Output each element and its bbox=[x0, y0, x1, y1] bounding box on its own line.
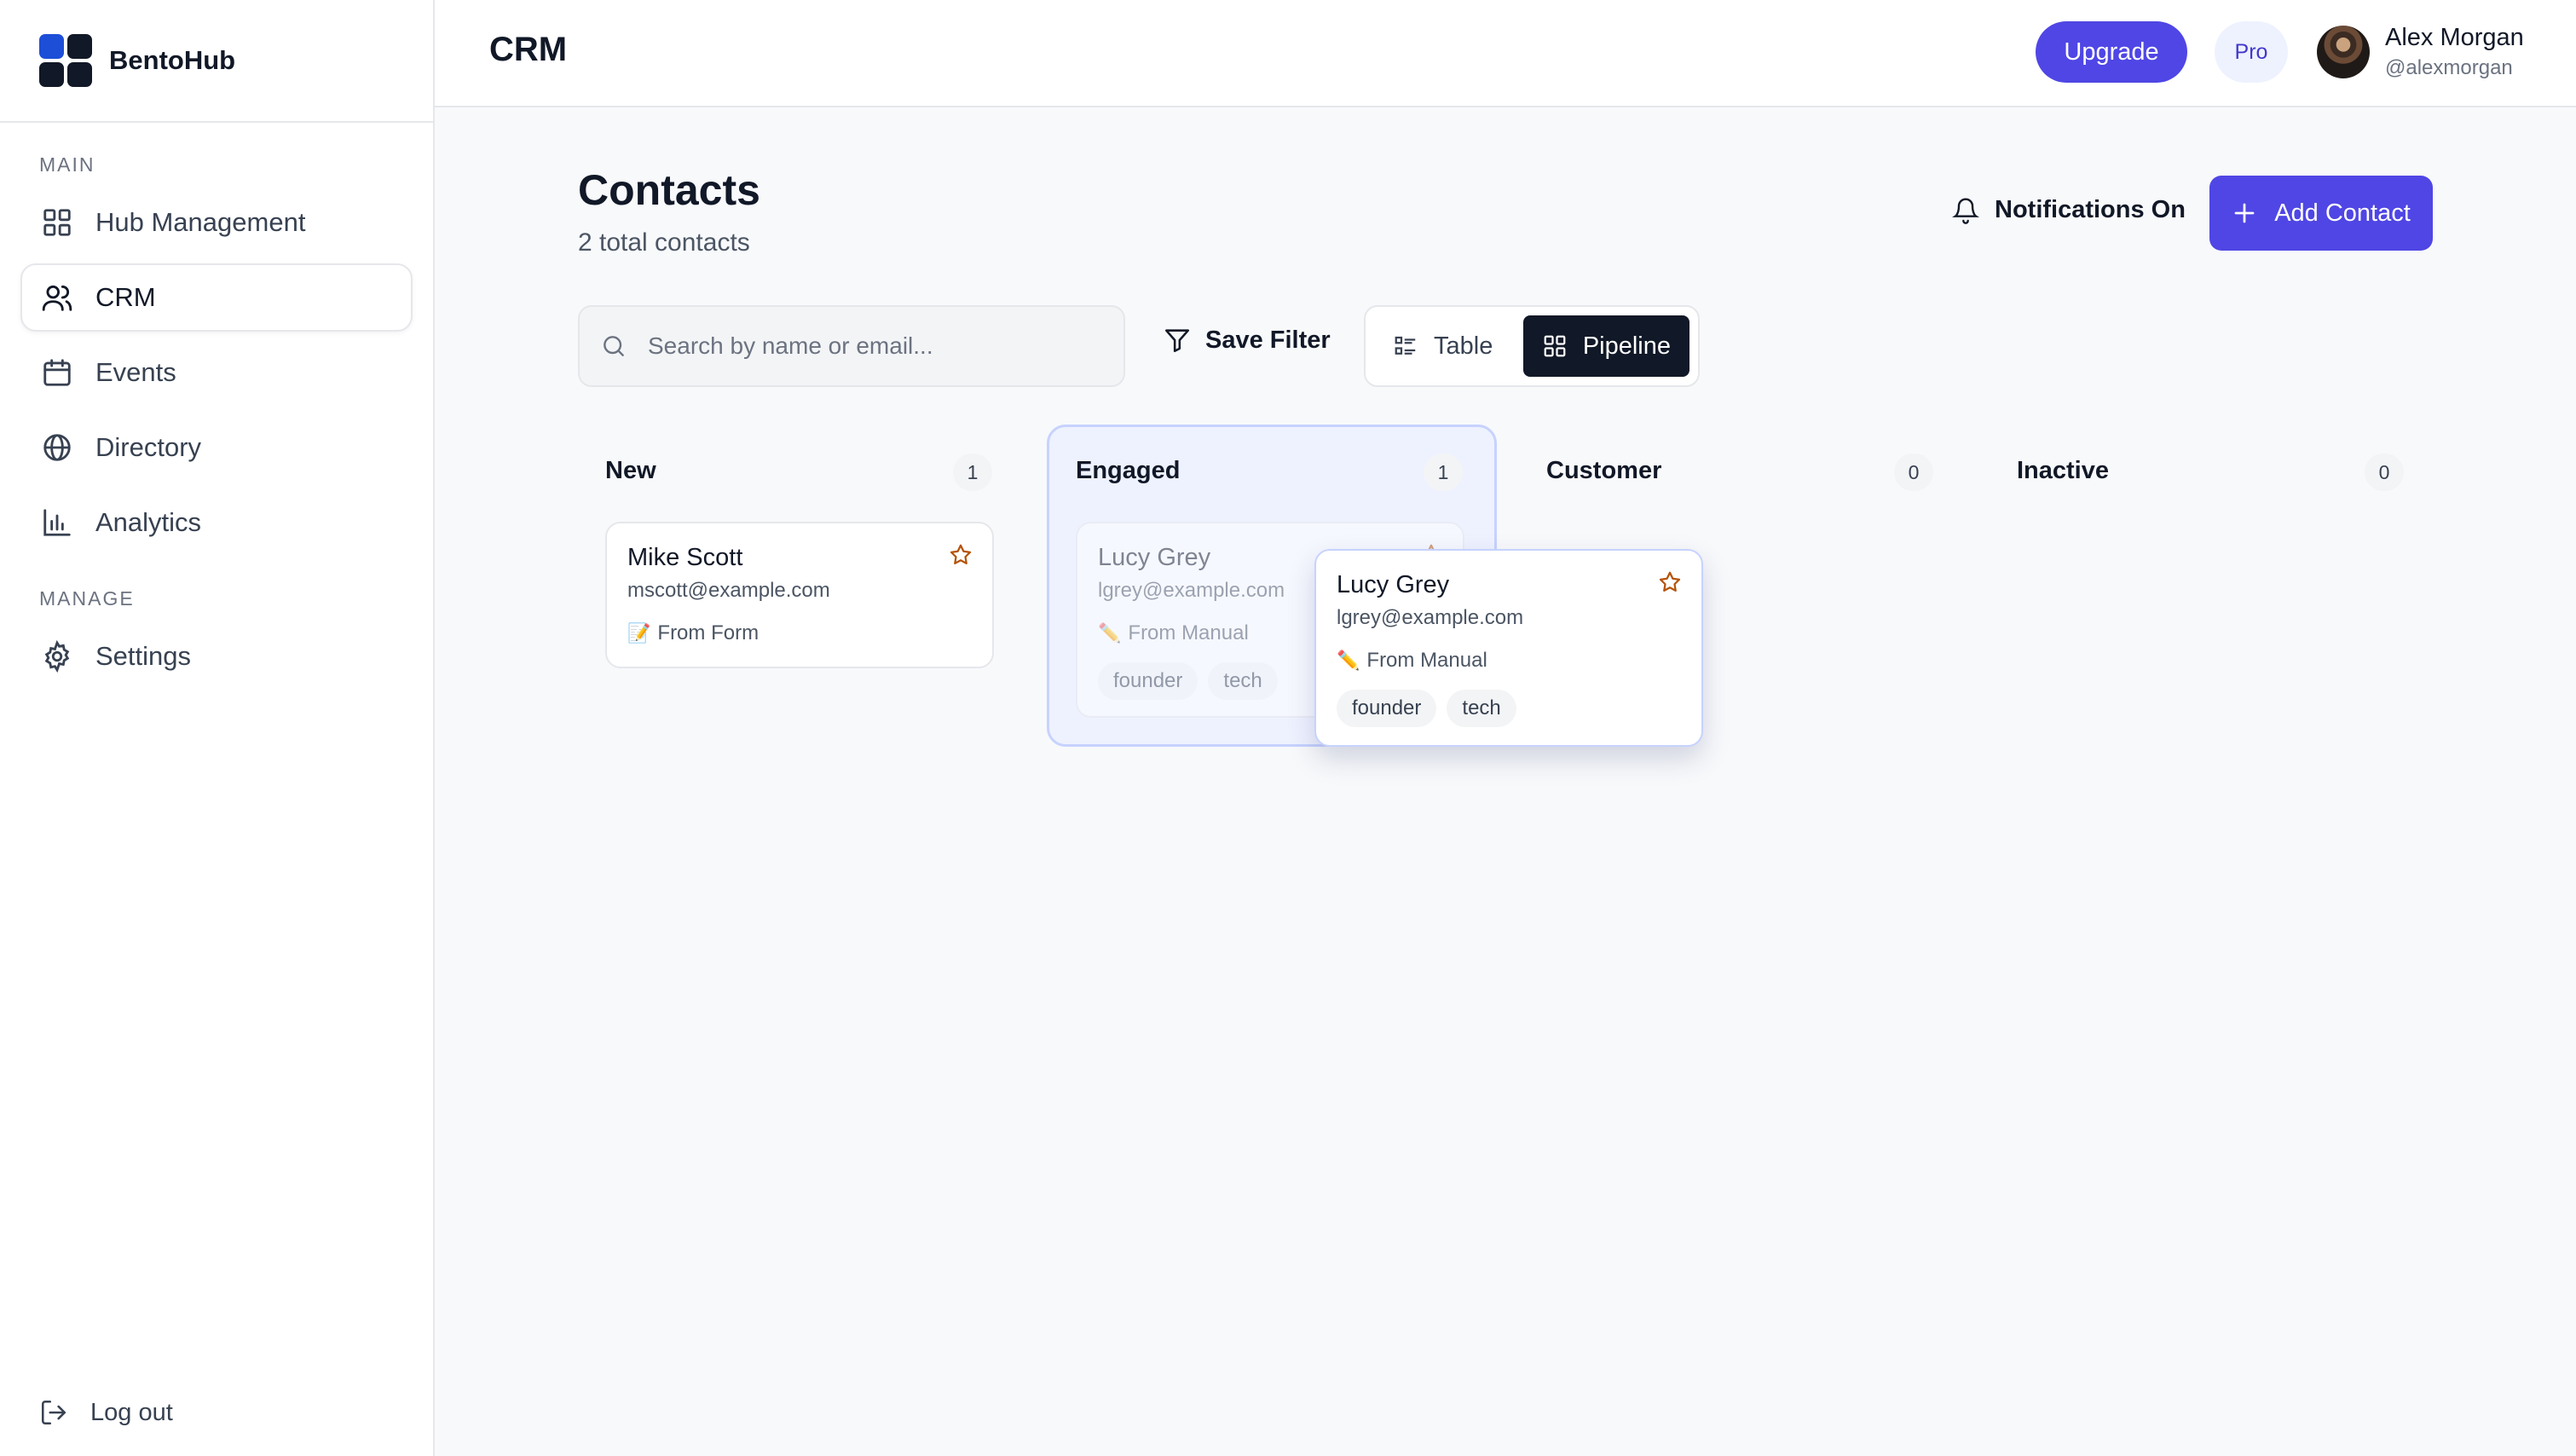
add-contact-label: Add Contact bbox=[2274, 199, 2411, 227]
pencil-icon: ✏️ bbox=[1337, 650, 1360, 671]
sidebar-item-analytics[interactable]: Analytics bbox=[20, 488, 413, 557]
sidebar-item-hub-management[interactable]: Hub Management bbox=[20, 188, 413, 257]
column-count-new: 1 bbox=[953, 454, 992, 491]
column-title-inactive: Inactive bbox=[2017, 457, 2109, 484]
contact-card-lucy-grey-dragging[interactable]: Lucy Grey lgrey@example.com ✏️ From Manu… bbox=[1314, 549, 1703, 747]
column-title-customer: Customer bbox=[1546, 457, 1662, 484]
main-content: Contacts 2 total contacts Notifications … bbox=[435, 109, 2576, 1456]
plan-badge: Pro bbox=[2215, 21, 2288, 83]
contact-email: lgrey@example.com bbox=[1337, 606, 1524, 629]
pencil-icon: ✏️ bbox=[1098, 622, 1122, 644]
tab-table[interactable]: Table bbox=[1374, 315, 1511, 377]
grid-icon bbox=[43, 209, 71, 236]
search-box[interactable] bbox=[578, 305, 1125, 387]
brand[interactable]: BentoHub bbox=[0, 0, 433, 123]
calendar-icon bbox=[43, 359, 71, 386]
sidebar-item-crm[interactable]: CRM bbox=[20, 263, 413, 332]
column-title-new: New bbox=[605, 457, 656, 484]
plus-icon bbox=[2234, 203, 2255, 223]
add-contact-button[interactable]: Add Contact bbox=[2209, 176, 2433, 251]
sidebar-item-label: Directory bbox=[95, 432, 202, 462]
contact-name: Mike Scott bbox=[627, 544, 743, 571]
avatar[interactable] bbox=[2317, 26, 2370, 78]
tab-pipeline-label: Pipeline bbox=[1582, 332, 1671, 360]
notifications-toggle[interactable]: Notifications On bbox=[1952, 196, 2186, 224]
tag: founder bbox=[1098, 662, 1198, 700]
nav-section-main: MAIN bbox=[39, 153, 95, 176]
tag: tech bbox=[1208, 662, 1278, 700]
logout-icon bbox=[41, 1400, 66, 1425]
topbar: CRM Upgrade Pro Alex Morgan @alexmorgan bbox=[435, 0, 2576, 107]
contacts-count: 2 total contacts bbox=[578, 228, 750, 257]
search-icon bbox=[604, 336, 624, 356]
gear-icon bbox=[44, 640, 70, 673]
contact-email: mscott@example.com bbox=[627, 579, 830, 602]
column-count-customer: 0 bbox=[1894, 454, 1933, 491]
sidebar-item-label: Analytics bbox=[95, 507, 202, 537]
search-input[interactable] bbox=[648, 332, 1091, 360]
save-filter-label: Save Filter bbox=[1205, 326, 1331, 354]
sidebar-item-events[interactable]: Events bbox=[20, 338, 413, 407]
sidebar-item-label: CRM bbox=[95, 282, 156, 312]
bell-icon bbox=[1952, 198, 1979, 224]
user-name[interactable]: Alex Morgan bbox=[2385, 24, 2524, 52]
logout-button[interactable]: Log out bbox=[39, 1398, 173, 1427]
notifications-label: Notifications On bbox=[1995, 196, 2186, 223]
contact-source-label: From Manual bbox=[1128, 621, 1249, 644]
contact-card-mike-scott[interactable]: Mike Scott mscott@example.com 📝 From For… bbox=[605, 522, 994, 668]
sidebar-item-directory[interactable]: Directory bbox=[20, 413, 413, 482]
contact-name: Lucy Grey bbox=[1337, 571, 1450, 598]
nav-section-manage: MANAGE bbox=[39, 587, 135, 610]
tab-table-label: Table bbox=[1434, 332, 1493, 360]
sidebar-item-label: Settings bbox=[95, 641, 192, 671]
sidebar-item-settings[interactable]: Settings bbox=[20, 622, 413, 690]
star-icon[interactable] bbox=[948, 542, 973, 568]
tab-pipeline[interactable]: Pipeline bbox=[1522, 315, 1689, 377]
bar-chart-icon bbox=[43, 509, 71, 536]
tag: founder bbox=[1337, 690, 1437, 727]
contact-source-label: From Manual bbox=[1366, 649, 1487, 672]
page-title: CRM bbox=[489, 31, 568, 68]
contact-tags: founder tech bbox=[1337, 690, 1681, 727]
contact-source: ✏️ From Manual bbox=[1337, 649, 1681, 673]
bento-logo-icon bbox=[39, 34, 92, 87]
sidebar: BentoHub MAIN Hub Management CRM Events … bbox=[0, 0, 435, 1456]
form-icon: 📝 bbox=[627, 622, 651, 644]
list-icon bbox=[1395, 336, 1416, 355]
contact-source: 📝 From Form bbox=[627, 621, 972, 645]
sidebar-item-label: Hub Management bbox=[95, 207, 306, 237]
contact-source-label: From Form bbox=[657, 621, 760, 644]
save-filter-button[interactable]: Save Filter bbox=[1163, 326, 1331, 355]
users-icon bbox=[42, 285, 72, 311]
user-handle: @alexmorgan bbox=[2385, 56, 2513, 79]
sidebar-item-label: Events bbox=[95, 357, 176, 387]
tag: tech bbox=[1447, 690, 1516, 727]
brand-name: BentoHub bbox=[109, 45, 236, 75]
contacts-heading: Contacts bbox=[578, 166, 760, 214]
column-count-engaged: 1 bbox=[1424, 454, 1463, 491]
globe-icon bbox=[43, 434, 71, 461]
upgrade-button[interactable]: Upgrade bbox=[2036, 21, 2187, 83]
column-count-inactive: 0 bbox=[2365, 454, 2404, 491]
filter-icon bbox=[1164, 329, 1190, 353]
view-toggle: Table Pipeline bbox=[1364, 305, 1700, 387]
column-title-engaged: Engaged bbox=[1076, 457, 1181, 484]
logout-label: Log out bbox=[90, 1398, 173, 1426]
star-icon[interactable] bbox=[1657, 569, 1683, 595]
grid-icon bbox=[1544, 335, 1566, 357]
